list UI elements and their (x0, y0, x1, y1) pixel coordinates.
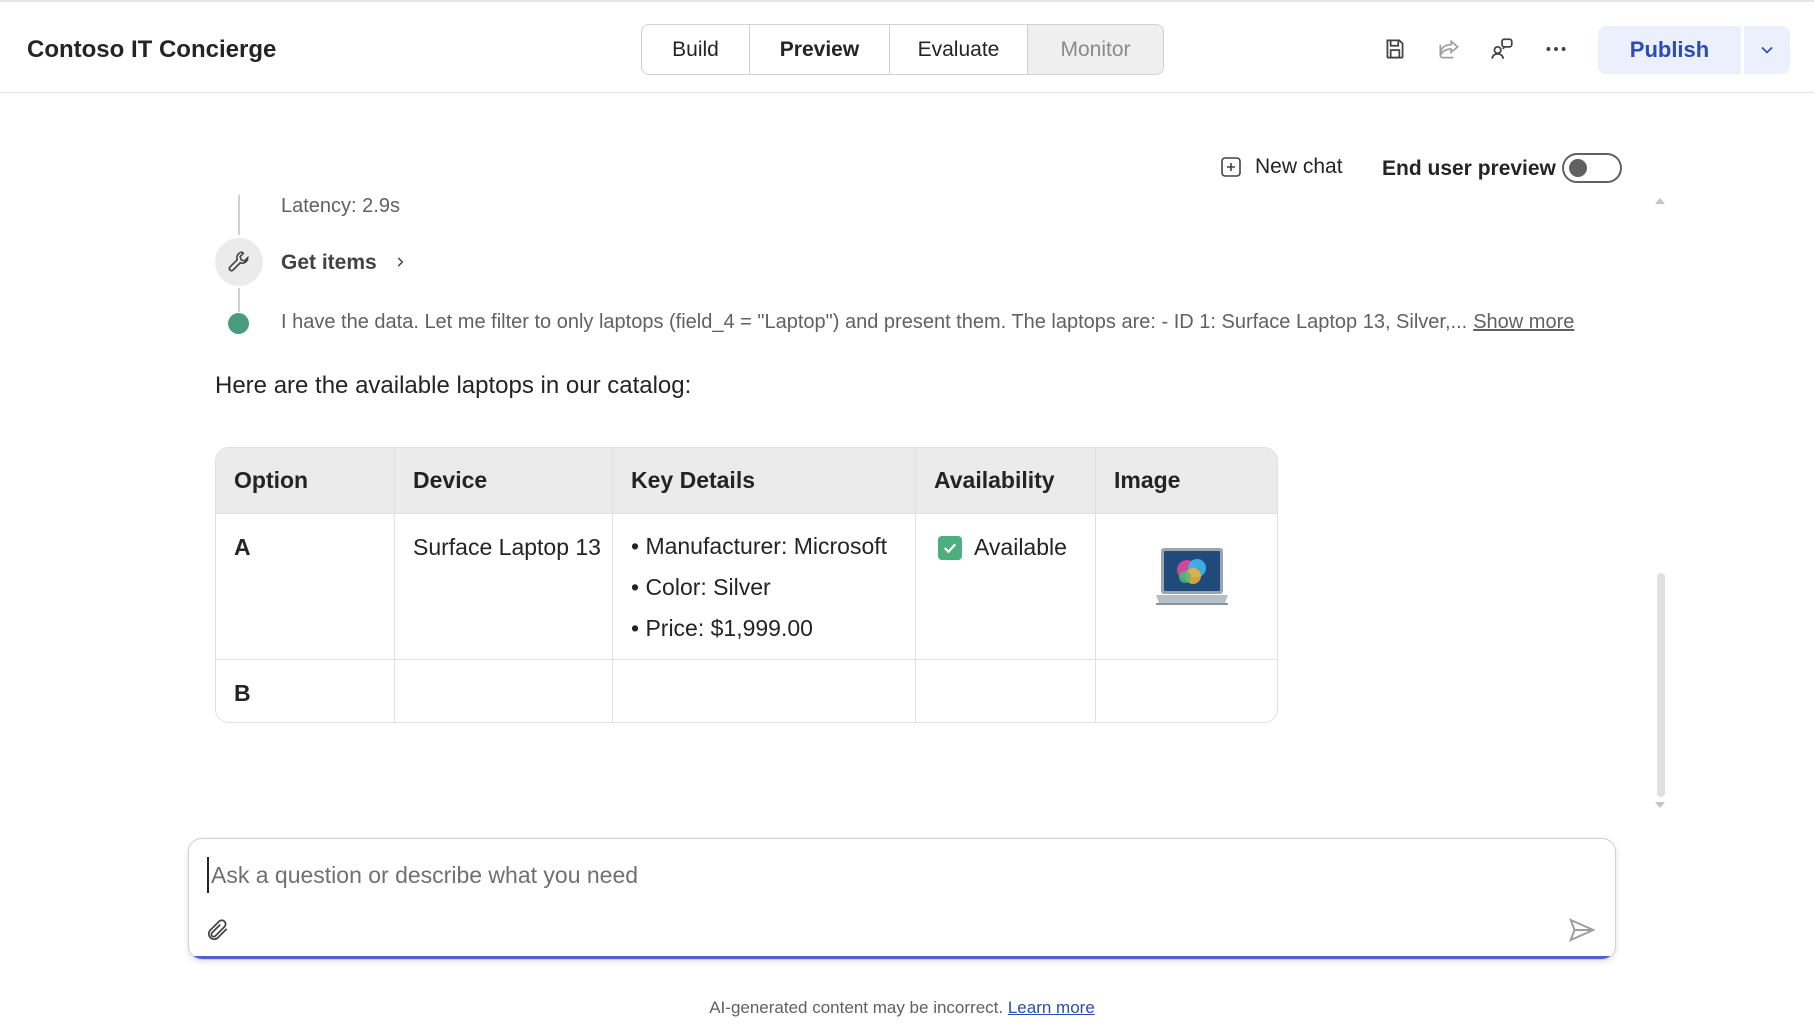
scroll-up-arrow[interactable] (1655, 198, 1665, 204)
end-user-preview-label: End user preview (1382, 157, 1556, 180)
cell-availability (916, 659, 1096, 722)
tool-name: Get items (281, 251, 377, 274)
end-user-preview-toggle[interactable] (1562, 153, 1622, 183)
chat-composer (188, 838, 1616, 960)
cell-option: B (216, 659, 395, 722)
save-icon[interactable] (1380, 34, 1410, 64)
tool-step-marker (215, 238, 263, 286)
share-icon (1434, 34, 1464, 64)
publish-options-button[interactable] (1744, 26, 1790, 74)
thought-summary: I have the data. Let me filter to only l… (281, 311, 1468, 333)
new-chat-label: New chat (1255, 155, 1343, 178)
cell-image (1096, 513, 1277, 659)
mode-tabs: Build Preview Evaluate Monitor (641, 24, 1164, 75)
ai-disclaimer: AI-generated content may be incorrect. L… (0, 998, 1804, 1018)
laptops-table: Option Device Key Details Availability I… (215, 447, 1278, 723)
chevron-right-icon (393, 251, 407, 275)
tab-evaluate[interactable]: Evaluate (890, 25, 1028, 74)
timeline-line (238, 195, 240, 235)
response-intro: Here are the available laptops in our ca… (215, 372, 692, 399)
cell-image (1096, 659, 1277, 722)
thought-step-marker (228, 313, 249, 334)
chat-input[interactable] (207, 857, 1307, 893)
send-icon[interactable] (1567, 915, 1597, 945)
table-row: A Surface Laptop 13 • Manufacturer: Micr… (216, 513, 1277, 659)
learn-more-link[interactable]: Learn more (1008, 998, 1095, 1017)
laptop-image (1156, 548, 1228, 605)
check-mark-icon (938, 535, 962, 560)
cell-key-details: • Manufacturer: Microsoft • Color: Silve… (613, 513, 916, 659)
publish-button[interactable]: Publish (1598, 26, 1741, 74)
scroll-down-arrow[interactable] (1655, 802, 1665, 808)
table-row: B (216, 659, 1277, 722)
tab-monitor: Monitor (1028, 25, 1163, 74)
cell-key-details (613, 659, 916, 722)
toggle-knob (1569, 159, 1587, 177)
add-square-icon (1221, 157, 1241, 177)
tab-preview[interactable]: Preview (750, 25, 890, 74)
header-option: Option (216, 448, 395, 513)
more-options-icon[interactable] (1541, 34, 1571, 64)
detail-price: • Price: $1,999.00 (631, 615, 813, 641)
chevron-down-icon (1761, 46, 1773, 54)
scrollbar-thumb[interactable] (1657, 573, 1665, 797)
thought-text: I have the data. Let me filter to only l… (281, 311, 1574, 334)
latency-text: Latency: 2.9s (281, 195, 400, 217)
cell-device: Surface Laptop 13 (395, 513, 613, 659)
cell-availability: Available (916, 513, 1096, 659)
cell-device (395, 659, 613, 722)
header-availability: Availability (916, 448, 1096, 513)
disclaimer-text: AI-generated content may be incorrect. (709, 998, 1004, 1017)
header-key-details: Key Details (613, 448, 916, 513)
timeline-line (238, 288, 240, 312)
focus-underline (189, 956, 1615, 959)
show-more-link[interactable]: Show more (1473, 311, 1574, 333)
cell-option: A (216, 513, 395, 659)
detail-manufacturer: • Manufacturer: Microsoft (631, 533, 888, 559)
table-header-row: Option Device Key Details Availability I… (216, 448, 1277, 513)
wrench-icon (228, 251, 249, 272)
attach-icon[interactable] (205, 917, 231, 943)
get-items-step[interactable]: Get items (281, 251, 407, 275)
detail-color: • Color: Silver (631, 574, 771, 600)
availability-status: Available (974, 534, 1067, 560)
header-image: Image (1096, 448, 1277, 513)
header-device: Device (395, 448, 613, 513)
app-header: Contoso IT Concierge Build Preview Evalu… (0, 0, 1814, 93)
app-title: Contoso IT Concierge (27, 36, 277, 63)
collaborators-icon[interactable] (1487, 34, 1517, 64)
new-chat-button[interactable]: New chat (1219, 155, 1343, 179)
tab-build[interactable]: Build (642, 25, 750, 74)
